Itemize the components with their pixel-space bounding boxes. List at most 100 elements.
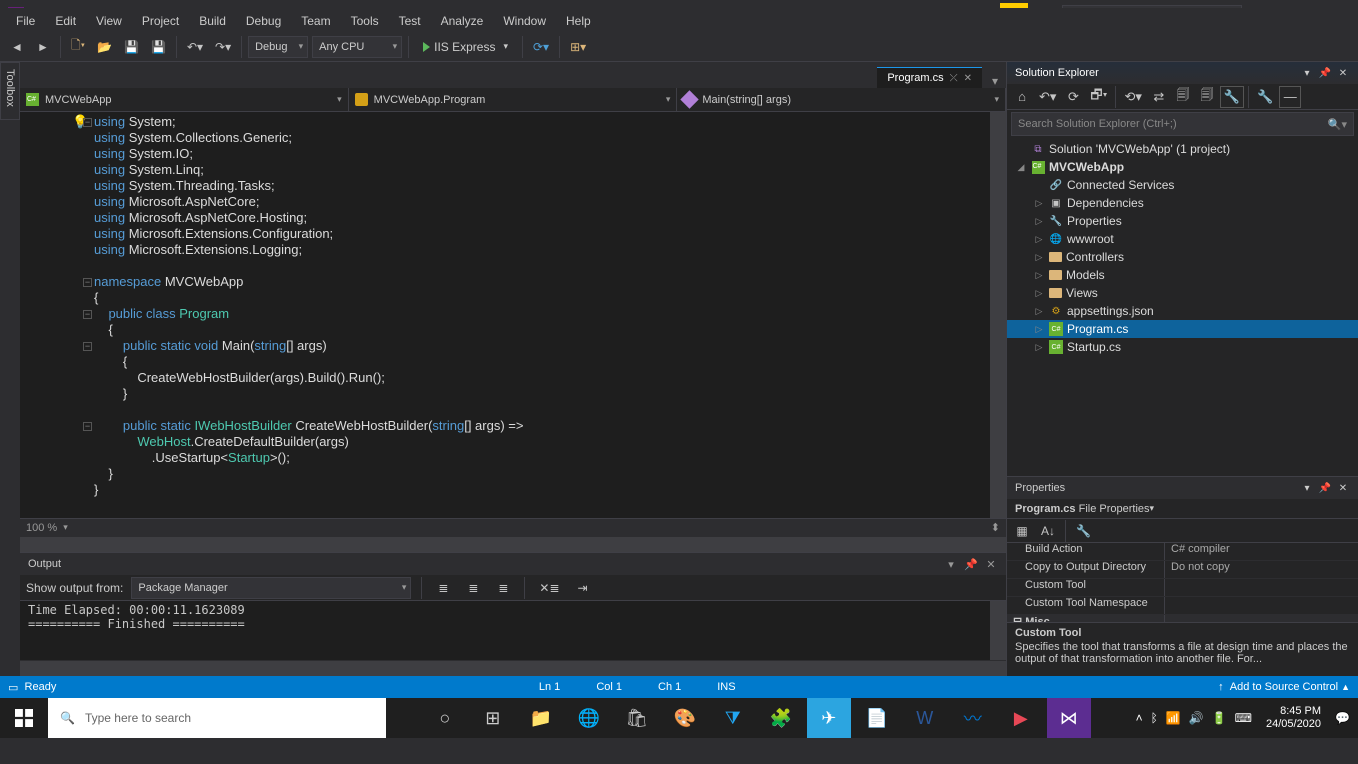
code-editor[interactable]: 💡−−−−− using System;using System.Collect… [20,112,1006,518]
app2-icon[interactable]: 〰 [951,698,995,738]
editor-vscrollbar[interactable] [990,112,1006,518]
se-showall-icon[interactable]: 🗐 [1172,86,1194,108]
telegram-icon[interactable]: ✈ [807,698,851,738]
output-icon3[interactable]: ≣ [492,577,514,599]
menu-help[interactable]: Help [556,10,601,32]
taskbar-clock[interactable]: 8:45 PM24/05/2020 [1260,705,1327,731]
panel-dropdown-icon[interactable]: ▾ [944,558,958,571]
tree-node[interactable]: ▷⚙appsettings.json [1007,302,1358,320]
menu-build[interactable]: Build [189,10,236,32]
se-preview-icon[interactable]: 🔧 [1253,86,1277,108]
output-icon2[interactable]: ≣ [462,577,484,599]
se-view-icon[interactable]: — [1279,86,1301,108]
solution-search-input[interactable]: Search Solution Explorer (Ctrl+;)🔍▾ [1011,112,1354,136]
menu-test[interactable]: Test [389,10,431,32]
volume-icon[interactable]: 🔊 [1189,711,1204,725]
close-tab-icon[interactable]: ✕ [964,73,972,84]
se-refresh-icon[interactable]: ⟲▾ [1120,86,1145,108]
toggle-wrap-icon[interactable]: ⇥ [572,577,594,599]
word-icon[interactable]: W [903,698,947,738]
language-icon[interactable]: ⌨ [1235,711,1252,725]
tray-expand-icon[interactable]: ˄ [1136,711,1143,725]
panel-pin-icon[interactable]: 📌 [964,558,978,571]
toolbox-tab[interactable]: Toolbox [0,62,20,120]
run-button[interactable]: IIS Express▾ [415,36,516,58]
browser-refresh-icon[interactable]: ⟳▾ [529,36,553,58]
store-icon[interactable]: 🛍 [615,698,659,738]
se-back-icon[interactable]: ↶▾ [1035,86,1060,108]
panel-close-icon[interactable]: ✕ [1336,483,1350,494]
clear-output-icon[interactable]: ✕≣ [535,577,563,599]
output-vscrollbar[interactable] [990,601,1006,660]
config-dropdown[interactable]: Debug [248,36,308,58]
media-icon[interactable]: ▶ [999,698,1043,738]
open-icon[interactable]: 📂 [93,36,116,58]
nav-project-dropdown[interactable]: MVCWebApp [20,88,349,111]
redo-icon[interactable]: ↷▾ [211,36,235,58]
notepad-icon[interactable]: 📄 [855,698,899,738]
output-source-dropdown[interactable]: Package Manager [131,577,411,599]
output-icon1[interactable]: ≣ [432,577,454,599]
vscode-icon[interactable]: ⧩ [711,698,755,738]
chevron-up-icon[interactable]: ▲ [1341,682,1350,692]
tree-node[interactable]: ◢MVCWebApp [1007,158,1358,176]
output-hscrollbar[interactable] [20,660,1006,676]
notifications-icon[interactable]: 💬 [1335,711,1350,725]
prop-wrench-icon[interactable]: 🔧 [1072,520,1095,542]
nav-back-icon[interactable]: ◄ [6,36,28,58]
cortana-icon[interactable]: ○ [423,698,467,738]
explorer-icon[interactable]: 📁 [519,698,563,738]
se-collapse-icon[interactable]: ⇄ [1148,86,1170,108]
tree-node[interactable]: ▷C#Program.cs [1007,320,1358,338]
tab-program-cs[interactable]: Program.cs⤫✕ [877,67,982,88]
tree-node[interactable]: ▷Views [1007,284,1358,302]
alpha-sort-icon[interactable]: A↓ [1037,520,1059,542]
categorize-icon[interactable]: ▦ [1011,520,1033,542]
task-view-icon[interactable]: ⊞ [471,698,515,738]
panel-dropdown-icon[interactable]: ▾ [1300,483,1314,494]
bluetooth-icon[interactable]: ᛒ [1151,711,1158,725]
panel-dropdown-icon[interactable]: ▾ [1300,68,1314,79]
menu-debug[interactable]: Debug [236,10,291,32]
new-project-icon[interactable]: 🗋▾ [67,36,89,58]
start-button[interactable] [0,698,48,738]
menu-project[interactable]: Project [132,10,189,32]
menu-tools[interactable]: Tools [341,10,389,32]
menu-team[interactable]: Team [291,10,340,32]
editor-hscrollbar[interactable] [20,536,1006,552]
split-icon[interactable]: ⬍ [991,521,1000,534]
se-sync-icon[interactable]: ⟳ [1062,86,1084,108]
nav-fwd-icon[interactable]: ► [32,36,54,58]
se-filter-icon[interactable]: 🗗▾ [1086,86,1111,108]
paint-icon[interactable]: 🎨 [663,698,707,738]
publish-icon[interactable]: ↑ [1218,681,1224,693]
tree-node[interactable]: ▷▣Dependencies [1007,194,1358,212]
taskbar-search-input[interactable]: 🔍Type here to search [48,698,386,738]
save-all-icon[interactable]: 💾 [147,36,170,58]
tree-node[interactable]: ▷Models [1007,266,1358,284]
zoom-level[interactable]: 100 % [26,522,57,534]
battery-icon[interactable]: 🔋 [1212,711,1227,725]
se-home-icon[interactable]: ⌂ [1011,86,1033,108]
panel-pin-icon[interactable]: 📌 [1318,483,1332,494]
menu-file[interactable]: File [6,10,45,32]
source-control-button[interactable]: Add to Source Control [1230,681,1338,693]
menu-edit[interactable]: Edit [45,10,86,32]
save-icon[interactable]: 💾 [120,36,143,58]
panel-close-icon[interactable]: ✕ [1336,68,1350,79]
platform-dropdown[interactable]: Any CPU [312,36,402,58]
tree-node[interactable]: ⧉Solution 'MVCWebApp' (1 project) [1007,140,1358,158]
extension-icon[interactable]: ⊞▾ [566,36,590,58]
tree-node[interactable]: ▷C#Startup.cs [1007,338,1358,356]
se-copy-icon[interactable]: 🗐 [1196,86,1218,108]
tree-node[interactable]: ▷Controllers [1007,248,1358,266]
pin-icon[interactable]: ⤫ [950,73,958,84]
panel-pin-icon[interactable]: 📌 [1318,68,1332,79]
panel-close-icon[interactable]: ✕ [984,558,998,571]
app-icon[interactable]: 🧩 [759,698,803,738]
nav-member-dropdown[interactable]: Main(string[] args) [677,88,1006,111]
tab-overflow-icon[interactable]: ▾ [992,74,998,88]
output-content[interactable]: Time Elapsed: 00:00:11.1623089 =========… [20,601,990,660]
solution-tree[interactable]: ⧉Solution 'MVCWebApp' (1 project)◢MVCWeb… [1007,138,1358,476]
system-tray[interactable]: ˄ ᛒ 📶 🔊 🔋 ⌨ 8:45 PM24/05/2020 💬 [1128,705,1358,731]
